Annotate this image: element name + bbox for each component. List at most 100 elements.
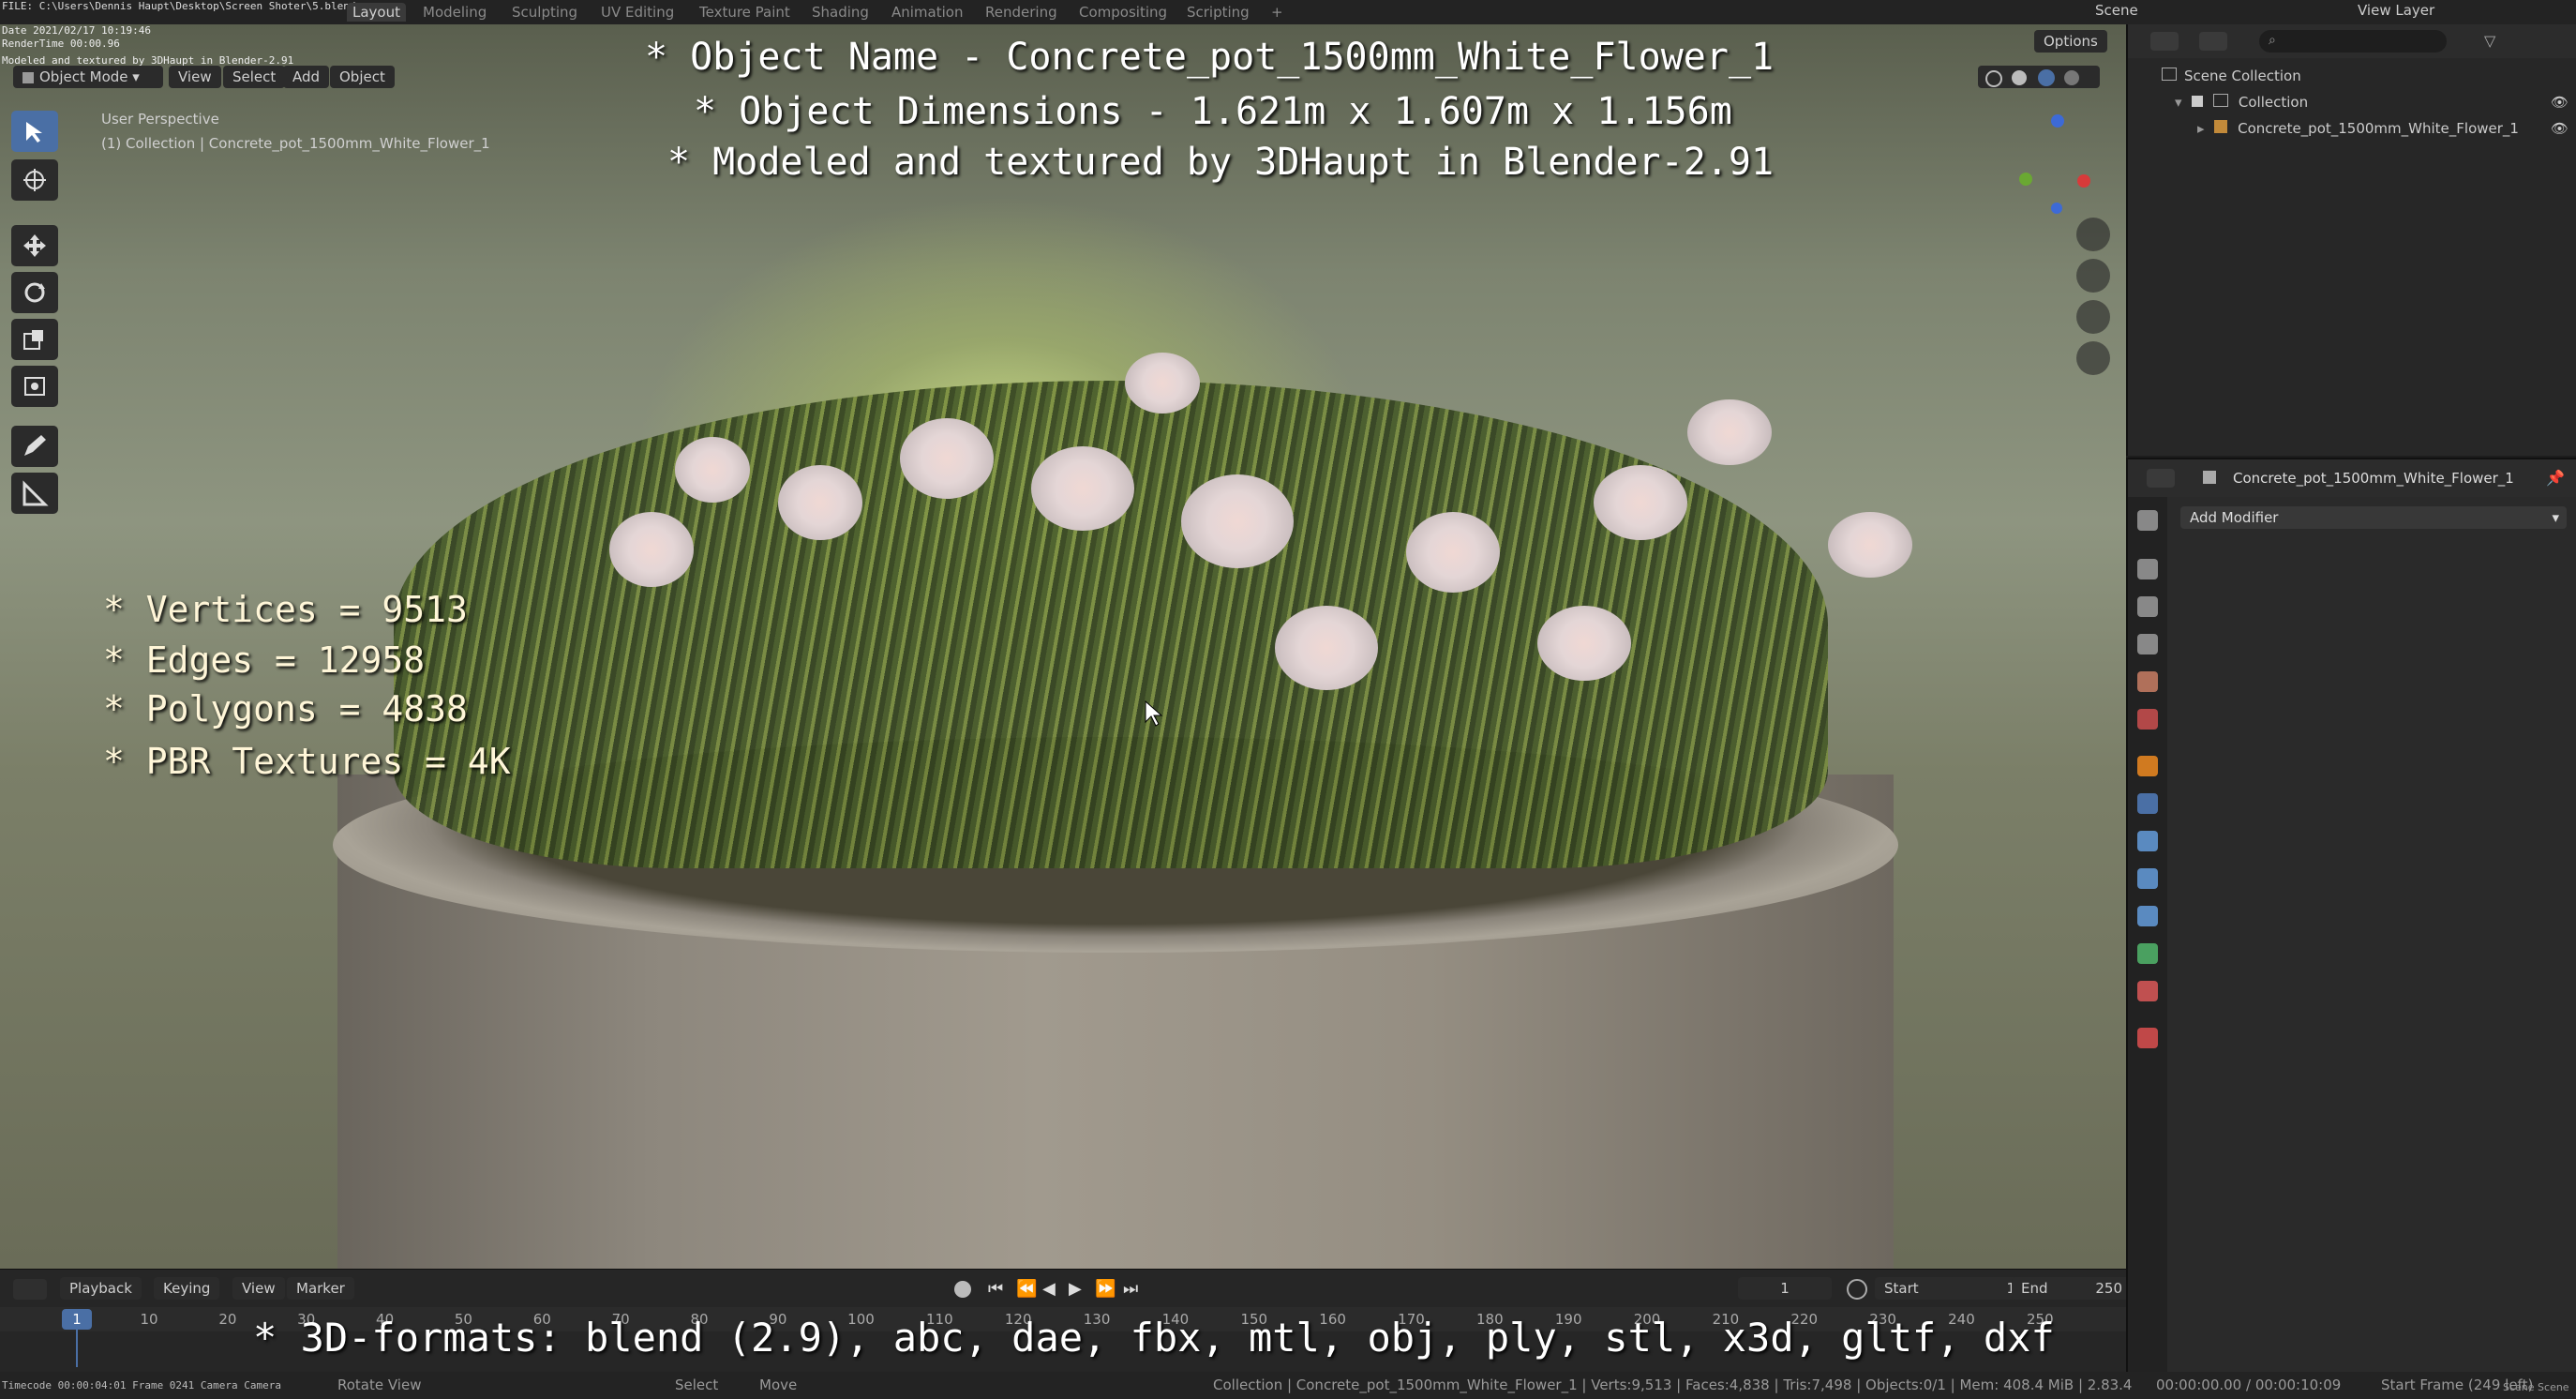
current-frame-field[interactable]: 1 xyxy=(1738,1277,1832,1300)
outliner-scene-collection[interactable]: Scene Collection xyxy=(2162,68,2301,84)
add-modifier-dropdown[interactable]: Add Modifier ▾ xyxy=(2180,506,2567,529)
properties-tabs xyxy=(2128,497,2167,1374)
pan-hand-icon[interactable] xyxy=(2076,259,2110,293)
menu-add[interactable]: Add xyxy=(283,66,330,88)
editor-type-properties-icon[interactable] xyxy=(2147,469,2175,488)
tab-shading[interactable]: Shading xyxy=(806,3,875,22)
z-axis-icon[interactable] xyxy=(2051,114,2064,128)
modifier-wrench-icon[interactable] xyxy=(2137,793,2158,814)
render-tab-icon[interactable] xyxy=(2137,559,2158,579)
view-layer-tab-icon[interactable] xyxy=(2137,634,2158,654)
mode-dropdown[interactable]: Object Mode ▾ xyxy=(13,66,163,88)
shading-mode-buttons[interactable] xyxy=(1978,66,2100,88)
measure-tool[interactable] xyxy=(11,473,58,514)
properties-panel[interactable]: Concrete_pot_1500mm_White_Flower_1 📌 Add… xyxy=(2126,458,2576,1374)
jump-end-icon[interactable]: ⏭ xyxy=(1123,1279,1138,1299)
playhead[interactable]: 1 xyxy=(62,1309,92,1330)
menu-view[interactable]: View xyxy=(169,66,221,88)
menu-select[interactable]: Select xyxy=(223,66,286,88)
tool-tab-icon[interactable] xyxy=(2137,510,2158,531)
mesh-object-icon xyxy=(2214,120,2228,133)
rotate-tool[interactable] xyxy=(11,272,58,313)
editor-type-outliner-icon[interactable] xyxy=(2150,32,2179,51)
jump-start-icon[interactable]: ⏮ xyxy=(988,1279,1003,1299)
menu-keying[interactable]: Keying xyxy=(154,1277,220,1300)
physics-tab-icon[interactable] xyxy=(2137,868,2158,889)
tab-scripting[interactable]: Scripting xyxy=(1181,3,1255,22)
transform-tool[interactable] xyxy=(11,366,58,407)
navigation-gizmo[interactable] xyxy=(2006,109,2109,214)
data-tab-icon[interactable] xyxy=(2137,943,2158,964)
x-axis-icon[interactable] xyxy=(2077,174,2090,188)
zoom-icon[interactable] xyxy=(2076,218,2110,251)
prev-keyframe-icon[interactable]: ⏪ xyxy=(1016,1279,1037,1299)
status-bar: Timecode 00:00:04:01 Frame 0241 Camera C… xyxy=(0,1372,2576,1399)
end-frame-field[interactable]: End 250 xyxy=(2012,1277,2132,1300)
cursor-tool[interactable] xyxy=(11,159,58,201)
annotate-tool[interactable] xyxy=(11,426,58,467)
y-axis-icon[interactable] xyxy=(2019,173,2032,186)
record-icon[interactable] xyxy=(954,1281,971,1298)
grid-toggle-icon[interactable] xyxy=(2076,341,2110,375)
visibility-eye-icon[interactable]: 👁 xyxy=(2551,94,2569,111)
flower xyxy=(1537,606,1631,681)
tab-compositing[interactable]: Compositing xyxy=(1073,3,1173,22)
particles-tab-icon[interactable] xyxy=(2137,831,2158,851)
tab-rendering[interactable]: Rendering xyxy=(980,3,1063,22)
next-keyframe-icon[interactable]: ⏩ xyxy=(1095,1279,1116,1299)
tab-texture-paint[interactable]: Texture Paint xyxy=(694,3,796,22)
menu-object[interactable]: Object xyxy=(330,66,395,88)
outliner-collection-row[interactable]: ▾ Collection 👁 xyxy=(2175,94,2569,111)
display-mode-icon[interactable] xyxy=(2199,32,2227,51)
material-tab-icon[interactable] xyxy=(2137,981,2158,1001)
play-icon[interactable]: ▶ xyxy=(1069,1279,1082,1299)
flower xyxy=(1031,446,1134,531)
menu-playback[interactable]: Playback xyxy=(60,1277,142,1300)
outliner-object-row[interactable]: ▸ Concrete_pot_1500mm_White_Flower_1 👁 xyxy=(2197,120,2569,137)
object-tab-icon[interactable] xyxy=(2137,756,2158,776)
material-shading-icon[interactable] xyxy=(2038,69,2055,86)
constraints-tab-icon[interactable] xyxy=(2137,906,2158,926)
select-box-tool[interactable] xyxy=(11,111,58,152)
add-workspace-button[interactable]: + xyxy=(1266,3,1289,22)
neg-z-axis-icon[interactable] xyxy=(2051,203,2062,214)
solid-shading-icon[interactable] xyxy=(2012,70,2027,85)
checkbox-icon[interactable] xyxy=(2192,96,2204,107)
camera-view-icon[interactable] xyxy=(2076,300,2110,334)
editor-type-clock-icon[interactable] xyxy=(13,1279,47,1300)
outliner-search-input[interactable]: ⌕ xyxy=(2259,30,2447,53)
menu-marker[interactable]: Marker xyxy=(287,1277,354,1300)
flower xyxy=(1181,474,1294,568)
play-reverse-icon[interactable]: ◀ xyxy=(1042,1279,1056,1299)
options-dropdown[interactable]: Options xyxy=(2034,30,2107,53)
move-tool[interactable] xyxy=(11,225,58,266)
timeline-editor[interactable]: Playback Keying View Marker ⏮ ⏪ ◀ ▶ ⏩ ⏭ … xyxy=(0,1269,2132,1373)
tab-layout[interactable]: Layout xyxy=(347,3,406,22)
world-tab-icon[interactable] xyxy=(2137,709,2158,730)
expand-chevron-icon[interactable]: ▾ xyxy=(2175,94,2182,111)
wireframe-shading-icon[interactable] xyxy=(1985,70,2002,87)
tab-sculpting[interactable]: Sculpting xyxy=(506,3,583,22)
outliner-panel[interactable]: ⌕ ▽ Scene Collection ▾ Collection 👁 ▸ Co… xyxy=(2126,24,2576,456)
scene-tab-icon[interactable] xyxy=(2137,671,2158,692)
expand-chevron-icon[interactable]: ▸ xyxy=(2197,120,2205,137)
texture-tab-icon[interactable] xyxy=(2137,1028,2158,1048)
flower xyxy=(1275,606,1378,690)
start-frame-field[interactable]: Start 1 xyxy=(1875,1277,2025,1300)
rendered-shading-icon[interactable] xyxy=(2064,70,2079,85)
tab-animation[interactable]: Animation xyxy=(886,3,968,22)
view-layer-label[interactable]: View Layer xyxy=(2358,2,2434,19)
visibility-eye-icon[interactable]: 👁 xyxy=(2551,120,2569,137)
filter-icon[interactable]: ▽ xyxy=(2484,32,2495,50)
tab-modeling[interactable]: Modeling xyxy=(417,3,492,22)
scene-label[interactable]: Scene xyxy=(2095,2,2138,19)
top-bar: FILE: C:\Users\Dennis Haupt\Desktop\Scre… xyxy=(0,0,2576,24)
3d-viewport[interactable]: Date 2021/02/17 10:19:46 RenderTime 00:0… xyxy=(0,24,2126,1269)
output-tab-icon[interactable] xyxy=(2137,596,2158,617)
menu-timeline-view[interactable]: View xyxy=(232,1277,285,1300)
scale-tool[interactable] xyxy=(11,319,58,360)
stopwatch-icon[interactable] xyxy=(1847,1279,1867,1300)
tab-uv-editing[interactable]: UV Editing xyxy=(595,3,680,22)
pin-icon[interactable]: 📌 xyxy=(2546,469,2565,487)
scene-statistics: Collection | Concrete_pot_1500mm_White_F… xyxy=(1213,1376,2133,1393)
